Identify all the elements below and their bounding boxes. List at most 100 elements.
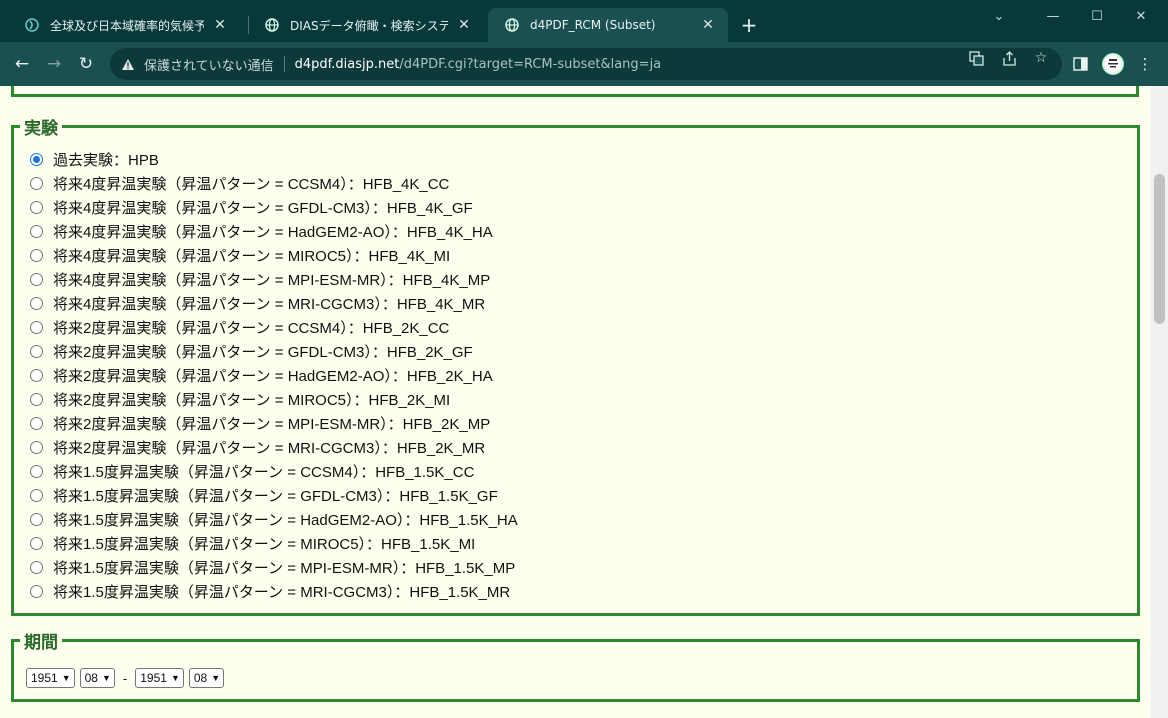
maximize-icon[interactable]: ☐	[1074, 0, 1120, 32]
experiment-option[interactable]: 将来1.5度昇温実験（昇温パターン = HadGEM2-AO）：HFB_1.5K…	[30, 508, 518, 530]
tab-dias-search[interactable]: DIASデータ俯瞰・検索システム ✕	[248, 8, 484, 42]
experiment-option[interactable]: 将来4度昇温実験（昇温パターン = CCSM4）：HFB_4K_CC	[30, 172, 449, 194]
radio-unchecked[interactable]	[30, 416, 43, 430]
experiment-option[interactable]: 将来4度昇温実験（昇温パターン = GFDL-CM3）：HFB_4K_GF	[30, 196, 473, 218]
leaf-icon	[24, 17, 40, 33]
radio-unchecked[interactable]	[30, 392, 43, 406]
radio-checked[interactable]	[30, 152, 43, 166]
experiment-option[interactable]: 将来1.5度昇温実験（昇温パターン = MRI-CGCM3）：HFB_1.5K_…	[30, 580, 510, 602]
globe-icon	[264, 17, 280, 33]
start-month-value: 08	[84, 671, 98, 685]
warning-icon[interactable]	[120, 56, 136, 72]
tab-d4pdf-rcm[interactable]: d4PDF_RCM (Subset) ✕	[488, 8, 728, 42]
period-separator: -	[122, 670, 128, 686]
reload-icon[interactable]: ↻	[72, 50, 100, 78]
experiment-option[interactable]: 将来1.5度昇温実験（昇温パターン = MIROC5）：HFB_1.5K_MI	[30, 532, 475, 554]
browser-toolbar: ← → ↻ 保護されていない通信 d4pdf.diasjp.net /d4PDF…	[0, 42, 1168, 86]
new-tab-icon[interactable]: +	[738, 13, 760, 37]
translate-icon[interactable]	[968, 50, 984, 66]
end-month-value: 08	[193, 671, 208, 685]
radio-unchecked[interactable]	[30, 272, 43, 286]
radio-unchecked[interactable]	[30, 344, 43, 358]
experiment-option[interactable]: 将来2度昇温実験（昇温パターン = CCSM4）：HFB_2K_CC	[30, 316, 449, 338]
experiment-option-label: 将来2度昇温実験（昇温パターン = GFDL-CM3）：HFB_2K_GF	[53, 343, 473, 361]
back-arrow-icon[interactable]: ←	[8, 50, 36, 78]
experiment-option-label: 将来1.5度昇温実験（昇温パターン = MIROC5）：HFB_1.5K_MI	[53, 535, 476, 553]
radio-unchecked[interactable]	[30, 584, 43, 598]
experiment-option[interactable]: 将来2度昇温実験（昇温パターン = GFDL-CM3）：HFB_2K_GF	[30, 340, 473, 362]
experiment-option-label: 将来1.5度昇温実験（昇温パターン = GFDL-CM3）：HFB_1.5K_G…	[53, 487, 498, 505]
experiment-option-label: 将来1.5度昇温実験（昇温パターン = MPI-ESM-MR）：HFB_1.5K…	[53, 559, 516, 577]
start-year-select[interactable]: 1951 ▼	[26, 668, 75, 688]
experiment-option[interactable]: 将来4度昇温実験（昇温パターン = MIROC5）：HFB_4K_MI	[30, 244, 450, 266]
chevron-down-icon[interactable]: ⌄	[976, 0, 1022, 32]
page-viewport: 実験 過去実験：HPB 将来4度昇温実験（昇温パターン = CCSM4）：HFB_…	[0, 86, 1168, 718]
end-year-select[interactable]: 1951 ▼	[135, 668, 184, 688]
close-icon[interactable]: ✕	[212, 17, 228, 33]
url-path: /d4PDF.cgi?target=RCM-subset&lang=ja	[399, 56, 662, 72]
radio-unchecked[interactable]	[30, 368, 43, 382]
experiment-option[interactable]: 将来1.5度昇温実験（昇温パターン = GFDL-CM3）：HFB_1.5K_G…	[30, 484, 498, 506]
experiment-option[interactable]: 将来4度昇温実験（昇温パターン = MRI-CGCM3）：HFB_4K_MR	[30, 292, 485, 314]
experiment-option-label: 将来2度昇温実験（昇温パターン = MRI-CGCM3）：HFB_2K_MR	[53, 439, 486, 457]
chevron-down-icon: ▼	[101, 673, 111, 683]
tab-climate-prediction[interactable]: 全球及び日本域確率的気候予測デ ✕	[8, 8, 240, 42]
experiment-option[interactable]: 過去実験：HPB	[30, 148, 159, 170]
chevron-down-icon: ▼	[211, 673, 221, 683]
radio-unchecked[interactable]	[30, 560, 43, 574]
divider	[283, 56, 285, 72]
experiment-option[interactable]: 将来2度昇温実験（昇温パターン = MPI-ESM-MR）：HFB_2K_MP	[30, 412, 490, 434]
close-icon[interactable]: ✕	[700, 17, 716, 33]
url-host: d4pdf.diasjp.net	[294, 56, 400, 72]
experiment-option[interactable]: 将来4度昇温実験（昇温パターン = HadGEM2-AO）：HFB_4K_HA	[30, 220, 493, 242]
close-icon[interactable]: ✕	[456, 17, 472, 33]
tab-strip: 全球及び日本域確率的気候予測デ ✕ DIASデータ俯瞰・検索システム ✕ d4P…	[0, 0, 1168, 42]
menu-dots-icon[interactable]: ⋮	[1133, 52, 1157, 76]
share-icon[interactable]	[1001, 50, 1017, 66]
radio-unchecked[interactable]	[30, 200, 43, 214]
experiment-option[interactable]: 将来2度昇温実験（昇温パターン = MRI-CGCM3）：HFB_2K_MR	[30, 436, 485, 458]
tab-title: d4PDF_RCM (Subset)	[530, 18, 656, 32]
scrollbar-thumb[interactable]	[1154, 174, 1165, 324]
radio-unchecked[interactable]	[30, 224, 43, 238]
radio-unchecked[interactable]	[30, 464, 43, 478]
address-bar[interactable]: 保護されていない通信 d4pdf.diasjp.net /d4PDF.cgi?t…	[110, 48, 1062, 80]
period-row: 1951 ▼ 08 ▼ - 1951 ▼ 08 ▼	[26, 668, 225, 688]
experiment-option-label: 将来4度昇温実験（昇温パターン = MPI-ESM-MR）：HFB_4K_MP	[53, 271, 491, 289]
bookmark-star-icon[interactable]: ☆	[1033, 50, 1049, 66]
experiment-option-label: 将来4度昇温実験（昇温パターン = CCSM4）：HFB_4K_CC	[53, 175, 450, 193]
side-panel-icon[interactable]	[1068, 52, 1092, 76]
forward-arrow-icon[interactable]: →	[40, 50, 68, 78]
page-scrollbar[interactable]	[1151, 86, 1168, 718]
experiment-option[interactable]: 将来2度昇温実験（昇温パターン = MIROC5）：HFB_2K_MI	[30, 388, 450, 410]
experiment-option[interactable]: 将来1.5度昇温実験（昇温パターン = MPI-ESM-MR）：HFB_1.5K…	[30, 556, 515, 578]
experiment-option-label: 将来1.5度昇温実験（昇温パターン = CCSM4）：HFB_1.5K_CC	[53, 463, 475, 481]
period-fieldset: 期間	[11, 628, 1140, 702]
start-month-select[interactable]: 08 ▼	[79, 668, 115, 688]
radio-unchecked[interactable]	[30, 488, 43, 502]
experiment-option-label: 将来2度昇温実験（昇温パターン = MIROC5）：HFB_2K_MI	[53, 391, 451, 409]
radio-unchecked[interactable]	[30, 320, 43, 334]
radio-unchecked[interactable]	[30, 296, 43, 310]
radio-unchecked[interactable]	[30, 248, 43, 262]
globe-icon	[504, 17, 520, 33]
radio-unchecked[interactable]	[30, 512, 43, 526]
start-year-value: 1951	[31, 671, 58, 685]
security-status: 保護されていない通信	[144, 58, 274, 74]
tab-title: DIASデータ俯瞰・検索システム	[290, 18, 448, 33]
radio-unchecked[interactable]	[30, 536, 43, 550]
minimize-icon[interactable]: —	[1030, 0, 1076, 32]
experiment-option-label: 将来4度昇温実験（昇温パターン = MIROC5）：HFB_4K_MI	[53, 247, 451, 265]
experiment-option[interactable]: 将来2度昇温実験（昇温パターン = HadGEM2-AO）：HFB_2K_HA	[30, 364, 493, 386]
period-legend: 期間	[24, 633, 58, 653]
end-year-value: 1951	[140, 671, 167, 685]
avatar[interactable]	[1102, 53, 1124, 75]
end-month-select[interactable]: 08 ▼	[188, 668, 225, 688]
experiment-option-label: 将来4度昇温実験（昇温パターン = MRI-CGCM3）：HFB_4K_MR	[53, 295, 486, 313]
tab-title: 全球及び日本域確率的気候予測デ	[50, 18, 204, 33]
experiment-option[interactable]: 将来4度昇温実験（昇温パターン = MPI-ESM-MR）：HFB_4K_MP	[30, 268, 490, 290]
radio-unchecked[interactable]	[30, 440, 43, 454]
window-close-icon[interactable]: ✕	[1118, 0, 1164, 32]
radio-unchecked[interactable]	[30, 176, 43, 190]
experiment-option[interactable]: 将来1.5度昇温実験（昇温パターン = CCSM4）：HFB_1.5K_CC	[30, 460, 474, 482]
